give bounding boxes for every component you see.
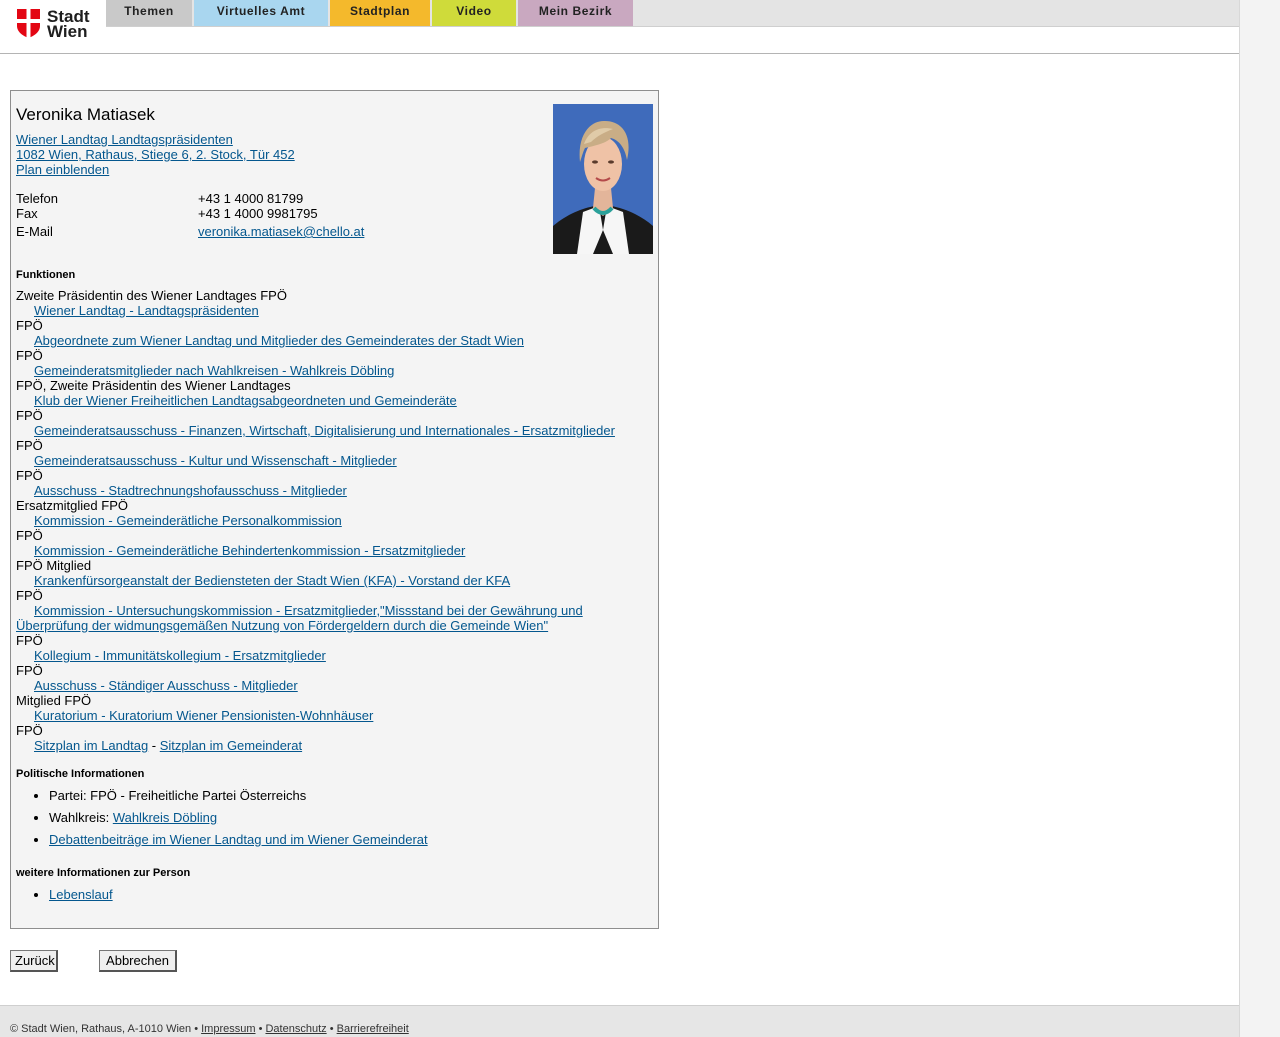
phone-row: Telefon +43 1 4000 81799 [16,191,416,206]
scrollbar-track[interactable] [1240,0,1280,1037]
impressum-link[interactable]: Impressum [201,1023,255,1035]
function-link[interactable]: Kommission - Untersuchungskommission - E… [16,603,583,633]
function-role: FPÖ [16,663,43,678]
function-link[interactable]: Klub der Wiener Freiheitlichen Landtagsa… [34,393,457,408]
function-role: FPÖ [16,588,43,603]
function-role: FPÖ [16,468,43,483]
function-role: FPÖ [16,348,43,363]
function-role: FPÖ, Zweite Präsidentin des Wiener Landt… [16,378,291,393]
back-button[interactable]: Zurück [10,950,58,972]
wien-shield-icon [17,9,40,38]
show-map-link[interactable]: Plan einblenden [16,162,109,177]
function-role: FPÖ [16,438,43,453]
function-role: FPÖ [16,318,43,333]
political-info-title: Politische Informationen [16,768,145,780]
nav-tab-video[interactable]: Video [432,0,516,26]
footer-separator: • [326,1023,337,1035]
more-info-title: weitere Informationen zur Person [16,867,191,879]
function-link[interactable]: Gemeinderatsausschuss - Kultur und Wisse… [34,453,397,468]
function-role: FPÖ [16,633,43,648]
person-name: Veronika Matiasek [16,105,155,124]
email-row: E-Mail veronika.matiasek@chello.at [16,224,416,239]
list-item: Wahlkreis: Wahlkreis Döbling [49,810,428,825]
function-link[interactable]: Ausschuss - Ständiger Ausschuss - Mitgli… [34,678,298,693]
main-navigation: Themen Virtuelles Amt Stadtplan Video Me… [106,0,1239,27]
fax-value: +43 1 4000 9981795 [198,206,318,221]
list-item: Lebenslauf [49,887,113,902]
barrierefreiheit-link[interactable]: Barrierefreiheit [337,1023,409,1035]
functions-title: Funktionen [16,269,76,281]
stadt-wien-logo[interactable]: Stadt Wien [17,8,97,43]
contact-block: Telefon +43 1 4000 81799 Fax +43 1 4000 … [16,191,416,239]
nav-tab-mein-bezirk[interactable]: Mein Bezirk [518,0,633,26]
function-link[interactable]: Kuratorium - Kuratorium Wiener Pensionis… [34,708,373,723]
function-link[interactable]: Gemeinderatsausschuss - Finanzen, Wirtsc… [34,423,615,438]
address-link[interactable]: 1082 Wien, Rathaus, Stiege 6, 2. Stock, … [16,147,295,162]
function-role: Mitglied FPÖ [16,693,92,708]
logo-text: Stadt Wien [47,8,90,41]
district-link[interactable]: Wahlkreis Döbling [113,810,217,825]
function-link[interactable]: Kommission - Gemeinderätliche Personalko… [34,513,342,528]
email-label: E-Mail [16,224,53,239]
address-block: Wiener Landtag Landtagspräsidenten 1082 … [16,132,295,177]
cv-link[interactable]: Lebenslauf [49,887,113,902]
function-role: FPÖ [16,528,43,543]
function-link[interactable]: Kollegium - Immunitätskollegium - Ersatz… [34,648,326,663]
function-link[interactable]: Krankenfürsorgeanstalt der Bediensteten … [34,573,510,588]
function-link[interactable]: Kommission - Gemeinderätliche Behinderte… [34,543,465,558]
more-info-list: Lebenslauf [16,887,113,902]
seat-plan-landtag-link[interactable]: Sitzplan im Landtag [34,738,148,753]
email-link[interactable]: veronika.matiasek@chello.at [198,224,364,239]
function-role: Ersatzmitglied FPÖ [16,498,128,513]
seat-plan-separator: - [148,738,160,753]
org-link[interactable]: Wiener Landtag Landtagspräsidenten [16,132,233,147]
function-link[interactable]: Wiener Landtag - Landtagspräsidenten [34,303,259,318]
cancel-button[interactable]: Abbrechen [99,950,177,972]
phone-label: Telefon [16,191,58,206]
nav-tab-stadtplan[interactable]: Stadtplan [330,0,430,26]
person-card: Veronika Matiasek Wiener Landtag Landtag… [10,90,659,929]
function-link[interactable]: Gemeinderatsmitglieder nach Wahlkreisen … [34,363,394,378]
function-role: FPÖ [16,723,43,738]
debates-link[interactable]: Debattenbeiträge im Wiener Landtag und i… [49,832,428,847]
datenschutz-link[interactable]: Datenschutz [265,1023,326,1035]
function-role: Zweite Präsidentin des Wiener Landtages … [16,288,287,303]
nav-tab-themen[interactable]: Themen [106,0,192,26]
political-info-list: Partei: FPÖ - Freiheitliche Partei Öster… [16,788,428,854]
person-photo [553,104,653,254]
function-link[interactable]: Abgeordnete zum Wiener Landtag und Mitgl… [34,333,524,348]
list-item: Debattenbeiträge im Wiener Landtag und i… [49,832,428,847]
logo-line2: Wien [47,22,88,41]
site-header: Stadt Wien Themen Virtuelles Amt Stadtpl… [0,0,1239,54]
page: Stadt Wien Themen Virtuelles Amt Stadtpl… [0,0,1240,1037]
copyright-text: © Stadt Wien, Rathaus, A-1010 Wien • [10,1023,202,1035]
functions-list: Zweite Präsidentin des Wiener Landtages … [16,288,646,753]
seat-plan-links: Sitzplan im Landtag - Sitzplan im Gemein… [16,738,646,753]
phone-value: +43 1 4000 81799 [198,191,304,206]
footer-separator: • [255,1023,266,1035]
party-text: Partei: FPÖ - Freiheitliche Partei Öster… [49,788,307,803]
function-role: FPÖ Mitglied [16,558,92,573]
seat-plan-gemeinderat-link[interactable]: Sitzplan im Gemeinderat [160,738,302,753]
fax-row: Fax +43 1 4000 9981795 [16,206,416,221]
function-link[interactable]: Ausschuss - Stadtrechnungshofausschuss -… [34,483,347,498]
nav-tab-virtuelles-amt[interactable]: Virtuelles Amt [194,0,328,26]
footer-text: © Stadt Wien, Rathaus, A-1010 Wien • Imp… [10,1023,409,1035]
site-footer: © Stadt Wien, Rathaus, A-1010 Wien • Imp… [0,1005,1239,1037]
function-role: FPÖ [16,408,43,423]
list-item: Partei: FPÖ - Freiheitliche Partei Öster… [49,788,428,803]
district-label: Wahlkreis: [49,810,113,825]
fax-label: Fax [16,206,38,221]
